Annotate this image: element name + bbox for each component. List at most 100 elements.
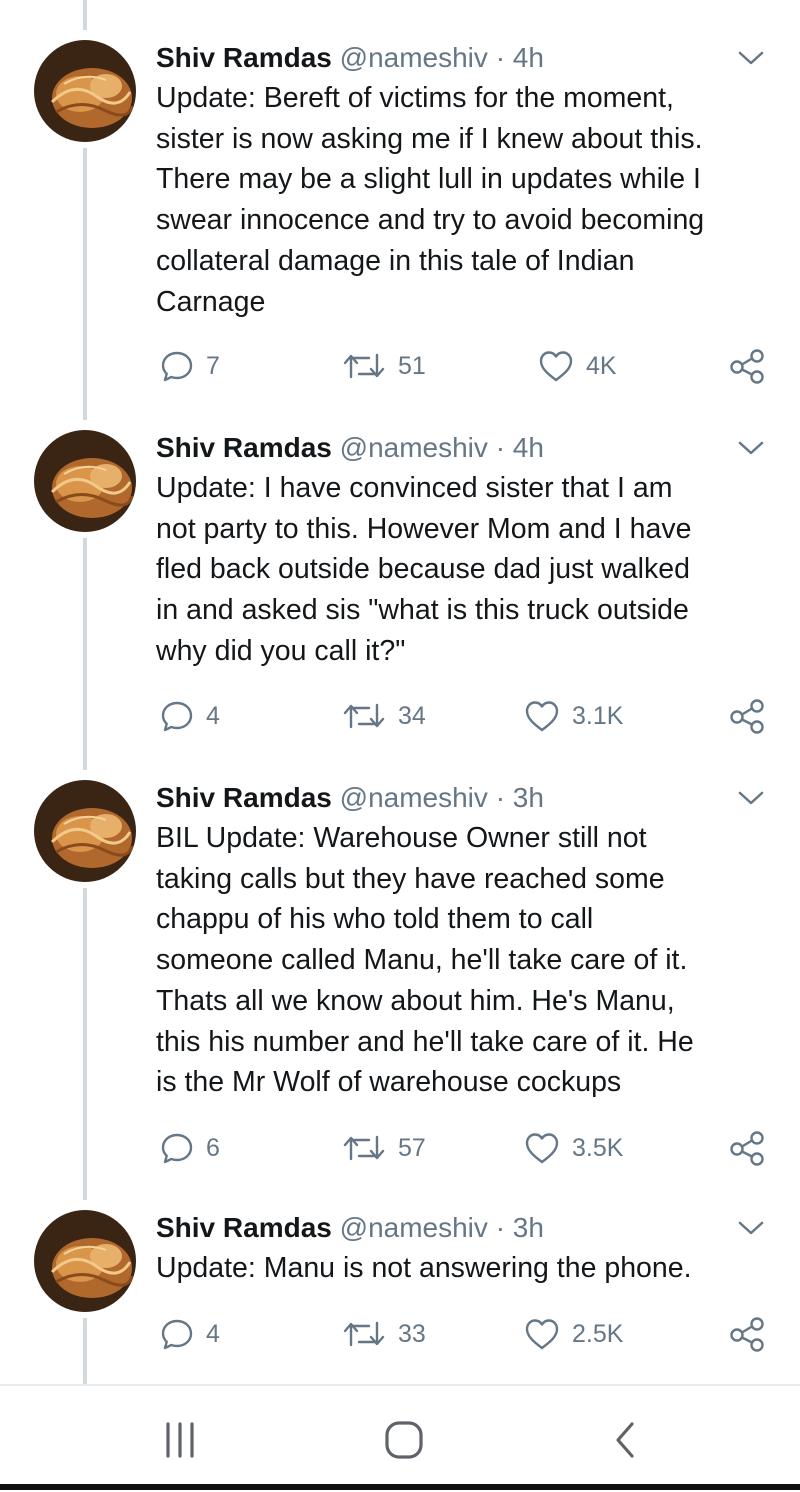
tweet-text-line: swear innocence and try to avoid becomin… <box>156 204 705 237</box>
tweet[interactable]: Shiv Ramdas @nameshiv · 4h Update: Beref… <box>0 38 800 428</box>
author-handle[interactable]: @nameshiv <box>340 432 488 463</box>
tweet-text-line: why did you call it?" <box>156 634 406 667</box>
tweet-text-line: fled back outside because dad just walke… <box>156 553 690 586</box>
avatar-image <box>34 40 136 142</box>
like-button[interactable]: 4K <box>538 344 617 388</box>
tweet-text-line: in and asked sis "what is this truck out… <box>156 594 689 627</box>
retweet-icon <box>343 1135 385 1161</box>
retweet-count: 51 <box>398 351 426 380</box>
tweet-text-line: taking calls but they have reached some <box>156 862 665 895</box>
like-icon <box>525 701 559 732</box>
tweet-text-line: Update: I have convinced sister that I a… <box>156 472 673 504</box>
avatar[interactable] <box>34 1210 136 1312</box>
chevron-down-icon[interactable] <box>736 48 766 68</box>
tweet-header: Shiv Ramdas @nameshiv · 4h <box>156 38 544 78</box>
share-icon[interactable] <box>728 1130 766 1166</box>
reply-icon <box>161 1133 193 1164</box>
tweet-text-line: someone called Manu, he'll take care of … <box>156 944 688 977</box>
tweet[interactable]: Shiv Ramdas @nameshiv · 4h Update: I hav… <box>0 428 800 778</box>
like-button[interactable]: 2.5K <box>524 1312 623 1356</box>
like-icon <box>539 351 573 382</box>
reply-icon <box>161 701 193 732</box>
home-icon[interactable] <box>382 1418 426 1462</box>
like-count: 3.1K <box>572 701 624 730</box>
retweet-icon <box>343 703 385 729</box>
separator: · <box>495 782 506 813</box>
tweet-text-line: Thats all we know about him. He's Manu, <box>156 984 675 1017</box>
retweet-icon <box>343 1321 385 1347</box>
chevron-down-icon[interactable] <box>736 1218 766 1238</box>
like-count: 4K <box>586 351 617 380</box>
like-count: 2.5K <box>572 1319 624 1348</box>
tweet-text-line: this his number and he'll take care of i… <box>156 1025 694 1058</box>
author-name[interactable]: Shiv Ramdas <box>156 1212 332 1243</box>
tweet-actions: 4 33 2.5K <box>0 1312 800 1356</box>
reply-button[interactable]: 7 <box>160 344 220 388</box>
share-icon[interactable] <box>728 698 766 734</box>
retweet-button[interactable]: 33 <box>342 1312 426 1356</box>
tweet[interactable]: Shiv Ramdas @nameshiv · 3h BIL Update: W… <box>0 778 800 1208</box>
timestamp[interactable]: 4h <box>513 42 544 73</box>
separator: · <box>495 42 506 73</box>
tweet-header: Shiv Ramdas @nameshiv · 4h <box>156 428 544 468</box>
tweet-text-line: collateral damage in this tale of Indian <box>156 244 635 277</box>
avatar-image <box>34 1210 136 1312</box>
separator: · <box>495 432 506 463</box>
tweet-text-line: Carnage <box>156 285 266 318</box>
reply-button[interactable]: 4 <box>160 1312 220 1356</box>
back-icon[interactable] <box>610 1418 640 1462</box>
reply-count: 4 <box>206 701 220 730</box>
reply-icon <box>161 1319 193 1350</box>
tweet-text: BIL Update: Warehouse Owner still not ta… <box>156 818 776 1103</box>
retweet-button[interactable]: 57 <box>342 1126 426 1170</box>
like-icon <box>525 1133 559 1164</box>
reply-count: 6 <box>206 1133 220 1162</box>
like-count: 3.5K <box>572 1133 624 1162</box>
chevron-down-icon[interactable] <box>736 438 766 458</box>
separator: · <box>495 1212 506 1243</box>
tweet-text-line: is the Mr Wolf of warehouse cockups <box>156 1066 622 1099</box>
tweet-text-line: sister is now asking me if I knew about … <box>156 122 703 155</box>
retweet-button[interactable]: 34 <box>342 694 426 738</box>
tweet-actions: 4 34 3.1K <box>0 694 800 738</box>
tweet-text-line: chappu of his who told them to call <box>156 903 594 936</box>
reply-button[interactable]: 6 <box>160 1126 220 1170</box>
tweet-text-line: BIL Update: Warehouse Owner still not <box>156 822 647 854</box>
tweet-text-line: Update: Manu is not answering the phone. <box>156 1252 692 1284</box>
author-handle[interactable]: @nameshiv <box>340 42 488 73</box>
avatar-image <box>34 780 136 882</box>
avatar[interactable] <box>34 430 136 532</box>
tweet-text: Update: I have convinced sister that I a… <box>156 468 776 672</box>
avatar[interactable] <box>34 40 136 142</box>
timestamp[interactable]: 3h <box>513 782 544 813</box>
timestamp[interactable]: 3h <box>513 1212 544 1243</box>
tweet-actions: 6 57 3.5K <box>0 1126 800 1170</box>
recent-apps-icon[interactable] <box>160 1418 200 1462</box>
avatar[interactable] <box>34 780 136 882</box>
tweet-text: Update: Bereft of victims for the moment… <box>156 78 776 322</box>
author-handle[interactable]: @nameshiv <box>340 1212 488 1243</box>
avatar-image <box>34 430 136 532</box>
retweet-icon <box>343 353 385 379</box>
author-name[interactable]: Shiv Ramdas <box>156 42 332 73</box>
reply-button[interactable]: 4 <box>160 694 220 738</box>
like-button[interactable]: 3.1K <box>524 694 623 738</box>
retweet-count: 34 <box>398 701 426 730</box>
author-name[interactable]: Shiv Ramdas <box>156 432 332 463</box>
tweet[interactable]: Shiv Ramdas @nameshiv · 3h Update: Manu … <box>0 1208 800 1384</box>
like-icon <box>525 1319 559 1350</box>
retweet-count: 33 <box>398 1319 426 1348</box>
tweet-header: Shiv Ramdas @nameshiv · 3h <box>156 778 544 818</box>
author-name[interactable]: Shiv Ramdas <box>156 782 332 813</box>
retweet-button[interactable]: 51 <box>342 344 426 388</box>
chevron-down-icon[interactable] <box>736 788 766 808</box>
tweet-text-line: not party to this. However Mom and I hav… <box>156 512 692 545</box>
reply-icon <box>161 351 193 382</box>
thread-line-top <box>83 0 87 30</box>
like-button[interactable]: 3.5K <box>524 1126 623 1170</box>
tweet-text-line: Update: Bereft of victims for the moment… <box>156 82 674 114</box>
share-icon[interactable] <box>728 348 766 384</box>
share-icon[interactable] <box>728 1316 766 1352</box>
author-handle[interactable]: @nameshiv <box>340 782 488 813</box>
timestamp[interactable]: 4h <box>513 432 544 463</box>
